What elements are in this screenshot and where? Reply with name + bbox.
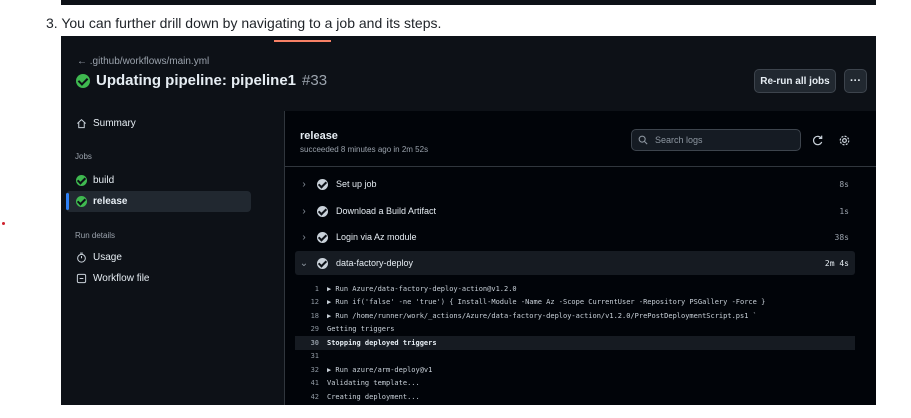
sidebar-workflow-file-label: Workflow file [93, 273, 150, 284]
more-options-button[interactable]: ··· [844, 69, 867, 93]
log-line-number: 1 [314, 284, 319, 293]
log-line-highlighted: 30 Stopping deployed triggers [295, 336, 855, 350]
log-line-number: 18 [310, 311, 319, 320]
refresh-icon[interactable] [811, 134, 824, 147]
log-line-text: ▶ Run azure/arm-deploy@v1 [327, 365, 433, 374]
sidebar-job-build[interactable]: build [66, 170, 251, 191]
step-duration: 1s [839, 206, 849, 216]
step-row[interactable]: › Login via Az module 38s [295, 225, 855, 249]
active-tab-indicator [274, 40, 331, 42]
log-line-text: Validating template... [327, 379, 420, 388]
sidebar-job-release[interactable]: release [66, 191, 251, 212]
success-check-icon [76, 73, 90, 88]
step-log-output: 1 ▶ Run Azure/data-factory-deploy-action@… [295, 282, 855, 404]
step-label: Download a Build Artifact [336, 206, 437, 216]
sidebar-workflow-file[interactable]: Workflow file [76, 273, 150, 284]
chevron-right-icon: › [302, 178, 306, 190]
sidebar-usage[interactable]: Usage [76, 252, 122, 263]
step-duration: 2m 4s [824, 258, 849, 268]
job-log-panel: release succeeded 8 minutes ago in 2m 52… [284, 111, 876, 405]
actions-screenshot: ← .github/workflows/main.yml Updating pi… [61, 36, 876, 405]
success-check-icon [317, 205, 328, 217]
search-icon [638, 135, 648, 145]
job-label: release [93, 196, 128, 207]
log-line-number: 41 [310, 379, 319, 388]
chevron-right-icon: › [302, 205, 306, 217]
sidebar-summary[interactable]: Summary [76, 118, 136, 129]
log-line-text: Stopping deployed triggers [327, 338, 437, 347]
job-title: release [300, 130, 338, 142]
search-logs-input[interactable] [653, 134, 797, 146]
rerun-all-jobs-button[interactable]: Re-run all jobs [754, 69, 836, 93]
back-link[interactable]: ← .github/workflows/main.yml [77, 56, 209, 67]
run-number: #33 [302, 72, 328, 89]
jobs-heading: Jobs [75, 152, 92, 161]
success-check-icon [76, 196, 87, 207]
sidebar-summary-label: Summary [93, 118, 136, 129]
log-line: 29 Getting triggers [295, 323, 855, 337]
run-details-heading: Run details [75, 231, 116, 240]
doc-caption: 3. You can further drill down by navigat… [46, 15, 442, 31]
search-logs-field[interactable] [631, 129, 801, 151]
log-line-number: 31 [310, 352, 319, 361]
log-line-text: Creating deployment... [327, 392, 420, 401]
step-row[interactable]: › Download a Build Artifact 1s [295, 199, 855, 223]
step-label: data-factory-deploy [336, 258, 414, 268]
success-check-icon [317, 178, 328, 190]
run-title: Updating pipeline: pipeline1 #33 [76, 72, 327, 89]
log-line-number: 12 [310, 298, 319, 307]
log-line: 41 Validating template... [295, 377, 855, 391]
step-row[interactable]: › Set up job 8s [295, 172, 855, 196]
log-line-number: 29 [310, 325, 319, 334]
log-line: 31 [295, 350, 855, 364]
log-line: 32 ▶ Run azure/arm-deploy@v1 [295, 363, 855, 377]
panel-divider [285, 166, 876, 167]
screenshot-top-edge [61, 0, 876, 5]
margin-dot [2, 222, 5, 225]
step-label: Login via Az module [336, 232, 417, 242]
step-row-expanded[interactable]: ⌄ data-factory-deploy 2m 4s [295, 251, 855, 275]
success-check-icon [317, 257, 328, 269]
success-check-icon [76, 175, 87, 186]
log-line-text: ▶ Run Azure/data-factory-deploy-action@v… [327, 284, 517, 293]
chevron-right-icon: › [302, 231, 306, 243]
sidebar-usage-label: Usage [93, 252, 122, 263]
home-icon [77, 118, 86, 129]
chevron-down-icon: ⌄ [299, 257, 309, 269]
log-line-text: ▶ Run if('false' -ne 'true') { Install-M… [327, 298, 766, 307]
log-line-number: 42 [310, 392, 319, 401]
log-line: 42 Creating deployment... [295, 390, 855, 404]
step-duration: 38s [834, 232, 849, 242]
log-line: 1 ▶ Run Azure/data-factory-deploy-action@… [295, 282, 855, 296]
job-label: build [93, 175, 115, 186]
log-line-number: 32 [310, 365, 319, 374]
step-duration: 8s [839, 179, 849, 189]
gear-icon[interactable] [838, 134, 851, 147]
log-line-text: ▶ Run /home/runner/work/_actions/Azure/d… [327, 311, 757, 320]
workflow-file-icon [76, 273, 87, 284]
stopwatch-icon [77, 252, 86, 263]
job-subtitle: succeeded 8 minutes ago in 2m 52s [300, 145, 429, 154]
log-line: 18 ▶ Run /home/runner/work/_actions/Azure… [295, 309, 855, 323]
log-line-text: Getting triggers [327, 325, 395, 334]
log-line-number: 30 [310, 338, 319, 347]
run-title-text: Updating pipeline: pipeline1 [96, 72, 297, 89]
success-check-icon [317, 231, 328, 243]
log-line: 12 ▶ Run if('false' -ne 'true') { Install… [295, 296, 855, 310]
step-label: Set up job [336, 179, 377, 189]
